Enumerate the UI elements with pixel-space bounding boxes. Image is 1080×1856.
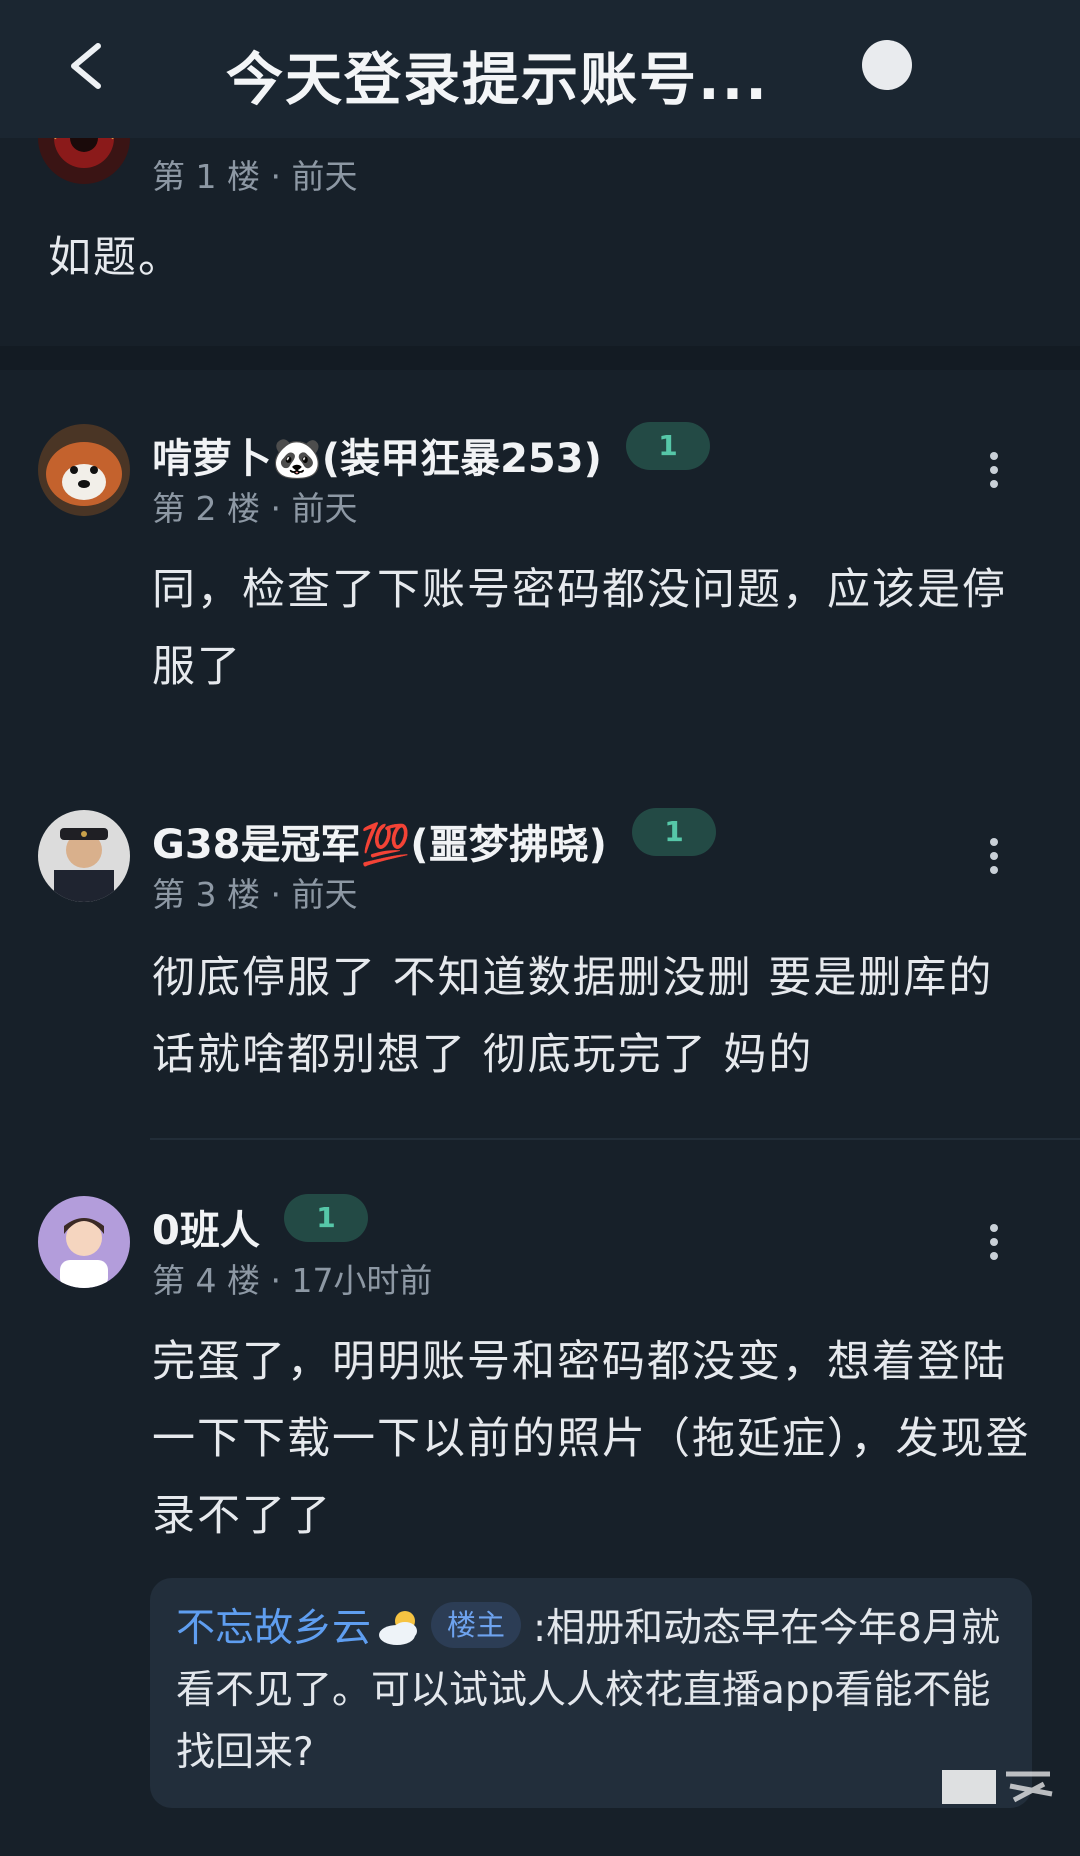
floor-meta: 第 3 楼 · 前天 (152, 875, 358, 914)
username[interactable]: 啃萝卜🐼(装甲狂暴253) (152, 426, 602, 484)
post-content: 同，检查了下账号密码都没问题，应该是停服了 (152, 565, 1007, 692)
page-title: 今天登录提示账号... (226, 47, 769, 113)
level-badge: 1 (632, 808, 716, 856)
sun-behind-cloud-icon (375, 1604, 423, 1645)
username[interactable]: G38是冠军💯(噩梦拂晓) (152, 812, 607, 870)
avatar[interactable] (38, 1196, 130, 1288)
more-options-icon[interactable] (974, 446, 1014, 506)
more-options-icon[interactable] (974, 1218, 1014, 1278)
level-badge: 1 (284, 1194, 368, 1242)
post-content: 如题。 (48, 233, 183, 283)
level-badge: 1 (626, 422, 710, 470)
avatar[interactable] (38, 810, 130, 902)
floor-meta: 第 4 楼 · 17小时前 (152, 1261, 433, 1300)
op-tag: 楼主 (431, 1602, 522, 1648)
reply-text-block: 不忘故乡云 楼主:相册和动态早在今年8月就看不见了。可以试试人人校花直播app看能… (176, 1598, 1006, 1784)
reply-username[interactable]: 不忘故乡云 (176, 1606, 371, 1651)
top-app-bar: 今天登录提示账号... (0, 0, 1080, 138)
post-content: 彻底停服了 不知道数据删没删 要是删库的话就啥都别想了 彻底玩完了 妈的 (152, 953, 994, 1080)
username[interactable]: 0班人 (152, 1198, 260, 1256)
divider (150, 1138, 1080, 1140)
user-avatar-icon[interactable] (862, 40, 912, 90)
post-content: 完蛋了，明明账号和密码都没变，想着登陆一下下载一下以前的照片（拖延症），发现登录… (152, 1337, 1031, 1541)
avatar[interactable] (38, 424, 130, 516)
section-separator (0, 346, 1080, 370)
floor-meta: 第 1 楼 · 前天 (152, 157, 358, 196)
more-options-icon[interactable] (974, 832, 1014, 892)
watermark (940, 1760, 1060, 1820)
floor-meta: 第 2 楼 · 前天 (152, 489, 358, 528)
back-arrow-icon[interactable] (58, 38, 118, 94)
reply-preview[interactable]: 不忘故乡云 楼主:相册和动态早在今年8月就看不见了。可以试试人人校花直播app看能… (150, 1578, 1032, 1808)
